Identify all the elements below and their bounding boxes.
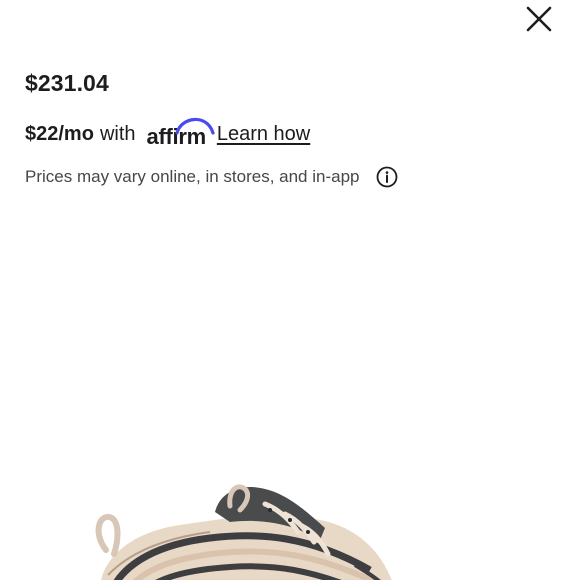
info-icon bbox=[376, 166, 397, 188]
price-details-modal: $231.04 $22/mo with affirm Learn how Pri… bbox=[0, 0, 580, 580]
product-price: $231.04 bbox=[25, 70, 109, 96]
monthly-payment: $22/mo bbox=[25, 122, 94, 145]
product-image bbox=[95, 484, 392, 580]
financing-row: $22/mo with affirm Learn how bbox=[25, 116, 310, 152]
close-icon bbox=[526, 6, 552, 32]
close-button[interactable] bbox=[522, 2, 556, 36]
price-disclaimer-row: Prices may vary online, in stores, and i… bbox=[25, 163, 398, 191]
info-button[interactable] bbox=[376, 166, 398, 188]
affirm-logo: affirm bbox=[147, 117, 215, 148]
affirm-arc-icon bbox=[174, 117, 215, 135]
price-disclaimer: Prices may vary online, in stores, and i… bbox=[25, 167, 360, 186]
financing-with-label: with bbox=[99, 122, 136, 145]
learn-how-link[interactable]: Learn how bbox=[217, 123, 310, 146]
